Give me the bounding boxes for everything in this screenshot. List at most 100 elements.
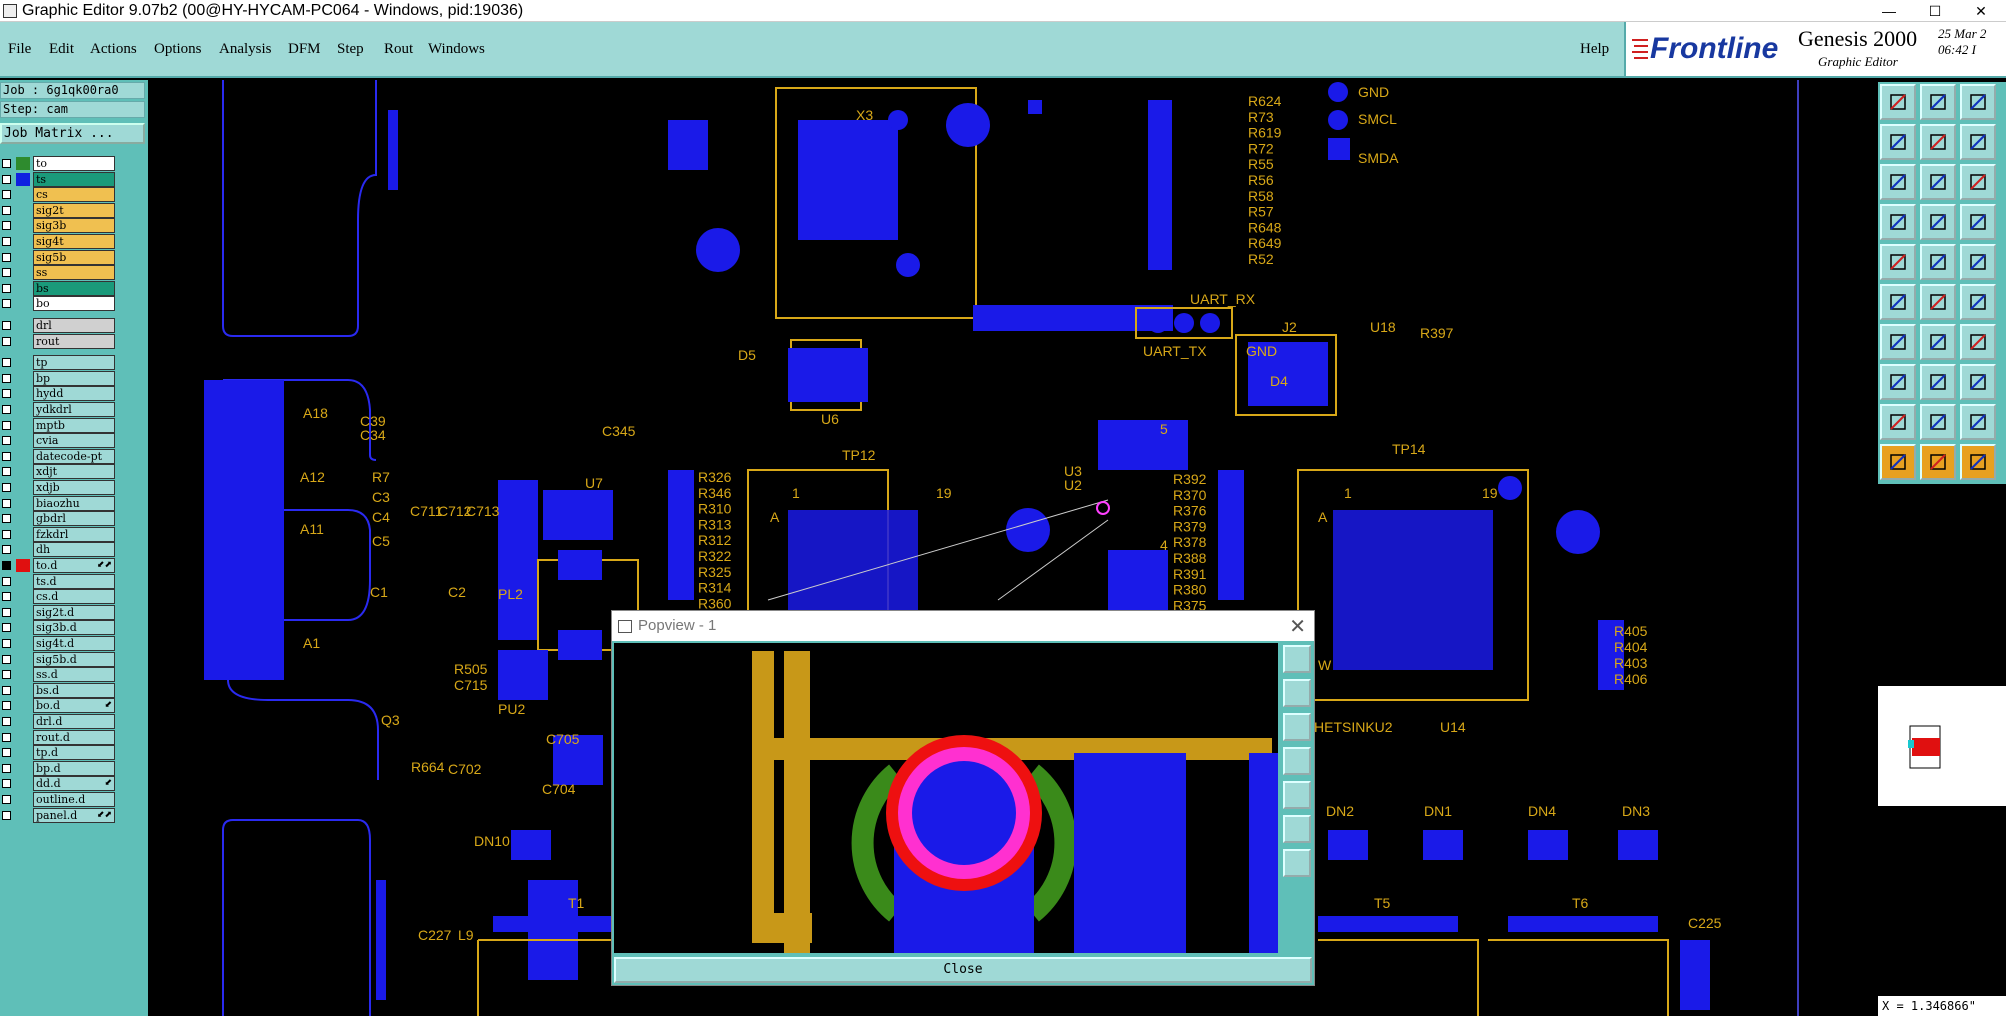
- menu-help[interactable]: Help: [1580, 41, 1609, 58]
- measure-icon[interactable]: [1960, 204, 1996, 240]
- layer-checkbox[interactable]: [2, 529, 11, 539]
- layer-name[interactable]: fzkdrl: [33, 526, 115, 542]
- menu-windows[interactable]: Windows: [428, 41, 485, 58]
- open-icon[interactable]: [1880, 84, 1916, 120]
- layer-row[interactable]: panel.d ⬋⬈: [0, 807, 118, 823]
- layer-row[interactable]: xdjt: [0, 464, 118, 480]
- layer-checkbox[interactable]: [2, 701, 11, 711]
- layer-row[interactable]: bp: [0, 370, 118, 386]
- layer-checkbox[interactable]: [2, 607, 11, 617]
- layer-row[interactable]: tp: [0, 355, 118, 371]
- layer-name[interactable]: xdjb: [33, 480, 115, 495]
- layer-checkbox[interactable]: [2, 299, 11, 309]
- hand-icon[interactable]: [1880, 204, 1916, 240]
- layer-row[interactable]: to.d ⬋⬈: [0, 558, 118, 573]
- point-icon[interactable]: [1880, 364, 1916, 400]
- layer-row[interactable]: ss.d: [0, 667, 118, 683]
- layer-row[interactable]: hydd: [0, 386, 118, 402]
- layer-checkbox[interactable]: [2, 420, 11, 430]
- layer-name[interactable]: bo.d: [33, 698, 115, 714]
- layer-row[interactable]: cs.d: [0, 589, 118, 605]
- layer-checkbox[interactable]: [2, 268, 11, 278]
- pointer-alt-icon[interactable]: [1960, 444, 1996, 480]
- layer-name[interactable]: sig5b.d: [33, 651, 115, 667]
- layer-name[interactable]: hydd: [33, 386, 115, 402]
- layer-checkbox[interactable]: [2, 717, 11, 726]
- layer-checkbox[interactable]: [2, 451, 11, 461]
- layer-name[interactable]: to: [33, 156, 115, 171]
- dim-icon[interactable]: [1960, 364, 1996, 400]
- popview-center-icon[interactable]: [1283, 815, 1311, 843]
- popview-reset-icon[interactable]: [1283, 849, 1311, 877]
- fit-icon[interactable]: [1880, 164, 1916, 200]
- layer-row[interactable]: drl: [0, 318, 118, 333]
- layer-name[interactable]: drl.d: [33, 714, 115, 729]
- menu-options[interactable]: Options: [154, 41, 202, 58]
- layer-checkbox[interactable]: [2, 373, 11, 383]
- layer-checkbox[interactable]: [2, 159, 11, 168]
- layer-name[interactable]: ss.d: [33, 667, 115, 683]
- layer-checkbox[interactable]: [2, 670, 11, 680]
- layer-color-swatch[interactable]: [16, 559, 30, 572]
- layer-name[interactable]: sig2t.d: [33, 604, 115, 620]
- layer-checkbox[interactable]: [2, 221, 11, 231]
- layer-name[interactable]: datecode-pt: [33, 448, 115, 464]
- layer-name[interactable]: bs: [33, 280, 115, 296]
- layer-checkbox[interactable]: [2, 237, 11, 246]
- layer-checkbox[interactable]: [2, 732, 11, 742]
- layer-name[interactable]: drl: [33, 318, 115, 333]
- layer-name[interactable]: rout.d: [33, 729, 115, 745]
- layer-name[interactable]: mptb: [33, 417, 115, 433]
- line-icon[interactable]: [1960, 244, 1996, 280]
- layer-name[interactable]: bs.d: [33, 682, 115, 698]
- arc-icon[interactable]: [1960, 284, 1996, 320]
- layer-row[interactable]: rout: [0, 333, 118, 349]
- maximize-button[interactable]: ☐: [1912, 0, 1958, 22]
- popview-zoom-out-icon[interactable]: [1283, 679, 1311, 707]
- layer-checkbox[interactable]: [2, 498, 11, 508]
- pointer-icon[interactable]: [1880, 444, 1916, 480]
- menu-dfm[interactable]: DFM: [288, 41, 321, 58]
- layer-row[interactable]: sig5b: [0, 249, 118, 265]
- triangle-alt-icon[interactable]: [1920, 404, 1956, 440]
- layer-color-swatch[interactable]: [16, 157, 30, 170]
- close-button[interactable]: ✕: [1958, 0, 2004, 22]
- layer-checkbox[interactable]: [2, 174, 11, 184]
- layer-row[interactable]: ss: [0, 265, 118, 281]
- layer-color-swatch[interactable]: [16, 172, 30, 186]
- layer-name[interactable]: sig2t: [33, 202, 115, 218]
- triangle-icon[interactable]: [1880, 404, 1916, 440]
- select-net-icon[interactable]: [1880, 284, 1916, 320]
- overview-minimap[interactable]: [1878, 686, 2006, 806]
- layer-name[interactable]: bp.d: [33, 760, 115, 776]
- layer-name[interactable]: cs.d: [33, 589, 115, 605]
- layer-name[interactable]: gbdrl: [33, 511, 115, 527]
- layer-row[interactable]: outline.d: [0, 792, 118, 807]
- layer-name[interactable]: sig5b: [33, 249, 115, 265]
- layer-name[interactable]: tp: [33, 355, 115, 371]
- pad-icon[interactable]: [1880, 244, 1916, 280]
- layer-checkbox[interactable]: [2, 561, 11, 570]
- layer-name[interactable]: ydkdrl: [33, 402, 115, 417]
- scale-icon[interactable]: [1960, 164, 1996, 200]
- menu-analysis[interactable]: Analysis: [219, 41, 272, 58]
- popview-zoom-view[interactable]: [614, 643, 1278, 953]
- popview-home-icon[interactable]: [1283, 747, 1311, 775]
- menu-edit[interactable]: Edit: [49, 41, 74, 58]
- layer-row[interactable]: cvia: [0, 433, 118, 449]
- triangle-red-icon[interactable]: [1960, 404, 1996, 440]
- minimize-button[interactable]: —: [1866, 0, 1912, 22]
- dash-icon[interactable]: [1920, 364, 1956, 400]
- layer-row[interactable]: dh: [0, 542, 118, 558]
- layer-name[interactable]: biaozhu: [33, 495, 115, 511]
- shape-icon[interactable]: [1920, 244, 1956, 280]
- layer-checkbox[interactable]: [2, 763, 11, 773]
- menu-actions[interactable]: Actions: [90, 41, 137, 58]
- draw-line-icon[interactable]: [1880, 324, 1916, 360]
- cross-icon[interactable]: [1920, 284, 1956, 320]
- layer-name[interactable]: dd.d: [33, 776, 115, 792]
- layer-checkbox[interactable]: [2, 252, 11, 262]
- layer-checkbox[interactable]: [2, 358, 11, 368]
- layer-row[interactable]: ts.d: [0, 573, 118, 589]
- draw-diag-icon[interactable]: [1920, 324, 1956, 360]
